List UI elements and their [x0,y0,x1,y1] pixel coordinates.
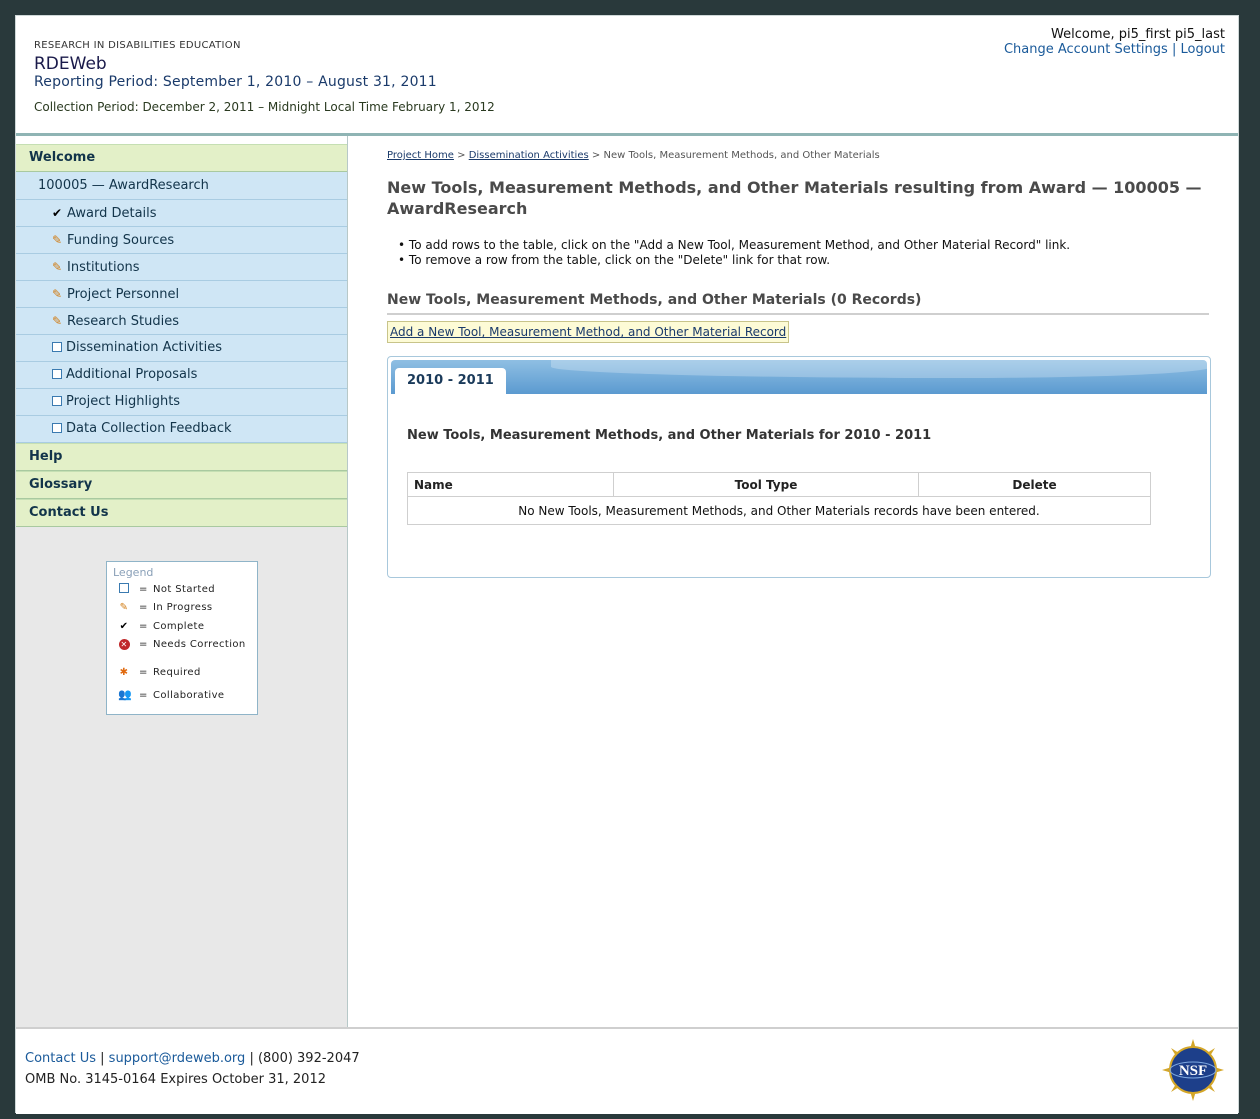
page-frame: RESEARCH IN DISABILITIES EDUCATION RDEWe… [15,15,1239,1114]
sidebar-item-welcome[interactable]: Welcome [16,144,347,172]
tab-bar: 2010 - 2011 [391,360,1207,394]
year-tab-panel: 2010 - 2011 New Tools, Measurement Metho… [387,356,1211,578]
sidebar-item-contact-us[interactable]: Contact Us [16,499,347,527]
sidebar-item-project-personnel[interactable]: ✎ Project Personnel [16,281,347,308]
asterisk-icon: ✱ [119,667,129,678]
legend-row-complete: ✔ = Complete [117,621,204,632]
legend-row-required: ✱ = Required [117,667,201,678]
sidebar-item-dissemination-activities[interactable]: Dissemination Activities [16,335,347,362]
nsf-logo-text: NSF [1179,1063,1207,1079]
footer-omb: OMB No. 3145-0164 Expires October 31, 20… [25,1072,326,1087]
instruction-item: To add rows to the table, click on the "… [398,238,1070,253]
sidebar-item-label: Additional Proposals [66,367,198,382]
tab-bar-decoration [551,360,1207,378]
tab-2010-2011[interactable]: 2010 - 2011 [395,368,506,394]
add-record-link[interactable]: Add a New Tool, Measurement Method, and … [387,321,790,343]
footer-phone: | (800) 392-2047 [249,1051,360,1066]
sidebar-item-label: Data Collection Feedback [66,421,232,436]
sidebar: Welcome 100005 — AwardResearch ✔ Award De… [16,136,348,1027]
footer-contact-line: Contact Us | support@rdeweb.org | (800) … [25,1051,360,1066]
sidebar-item-label: Project Personnel [67,287,180,302]
legend-row-collaborative: 👥 = Collaborative [118,688,225,701]
column-header-tool-type: Tool Type [613,472,919,497]
main-content: Project Home > Dissemination Activities … [348,136,1238,1027]
breadcrumb-project-home[interactable]: Project Home [387,150,454,161]
empty-table-message: No New Tools, Measurement Methods, and O… [407,496,1151,525]
breadcrumb-dissemination[interactable]: Dissemination Activities [469,150,589,161]
panel-heading: New Tools, Measurement Methods, and Othe… [407,428,932,443]
brand-name: RDEWeb [34,54,107,74]
instructions-list: To add rows to the table, click on the "… [398,238,1070,268]
sidebar-item-glossary[interactable]: Glossary [16,471,347,499]
legend-row-in-progress: ✎ = In Progress [117,602,213,613]
sidebar-item-award[interactable]: 100005 — AwardResearch [16,172,347,200]
breadcrumb-current: New Tools, Measurement Methods, and Othe… [603,150,880,161]
sidebar-item-institutions[interactable]: ✎ Institutions [16,254,347,281]
instruction-item: To remove a row from the table, click on… [398,253,1070,268]
reporting-period: Reporting Period: September 1, 2010 – Au… [34,74,437,90]
legend-row-needs-correction: ✕ = Needs Correction [117,639,246,650]
sidebar-item-label: Funding Sources [67,233,175,248]
column-header-name: Name [407,472,614,497]
check-icon: ✔ [52,206,63,220]
footer-email-link[interactable]: support@rdeweb.org [109,1051,246,1066]
people-icon: 👥 [118,688,132,701]
status-legend: Legend = Not Started ✎ = In Progress ✔ = Comp… [106,561,258,715]
empty-box-icon [52,341,62,352]
pencil-icon: ✎ [52,260,63,274]
sidebar-item-data-collection-feedback[interactable]: Data Collection Feedback [16,416,347,443]
records-table: Name Tool Type Delete No New Tools, Meas… [407,472,1151,525]
sidebar-item-project-highlights[interactable]: Project Highlights [16,389,347,416]
section-heading: New Tools, Measurement Methods, and Othe… [387,292,1209,315]
legend-title: Legend [113,566,154,579]
account-links: Change Account Settings | Logout [1004,42,1225,57]
footer: Contact Us | support@rdeweb.org | (800) … [16,1027,1238,1114]
header: RESEARCH IN DISABILITIES EDUCATION RDEWe… [16,16,1238,133]
empty-box-icon [52,368,62,379]
pencil-icon: ✎ [52,287,63,301]
pencil-icon: ✎ [52,314,63,328]
sidebar-item-award-details[interactable]: ✔ Award Details [16,200,347,227]
collection-period: Collection Period: December 2, 2011 – Mi… [34,100,495,114]
empty-box-icon [52,395,62,406]
sidebar-item-label: Award Details [67,206,157,221]
welcome-user: Welcome, pi5_first pi5_last [1051,27,1225,42]
sidebar-item-additional-proposals[interactable]: Additional Proposals [16,362,347,389]
pencil-icon: ✎ [52,233,63,247]
logout-link[interactable]: Logout [1180,42,1225,57]
brand-tagline: RESEARCH IN DISABILITIES EDUCATION [34,40,241,51]
table-row: No New Tools, Measurement Methods, and O… [407,496,1151,525]
column-header-delete: Delete [918,472,1151,497]
error-circle-icon: ✕ [118,639,130,650]
footer-contact-us-link[interactable]: Contact Us [25,1051,96,1066]
check-icon: ✔ [119,621,129,632]
sidebar-item-label: Project Highlights [66,394,181,409]
empty-box-icon [52,422,62,433]
sidebar-item-label: Dissemination Activities [66,340,222,355]
legend-row-not-started: = Not Started [117,583,215,595]
page-title: New Tools, Measurement Methods, and Othe… [387,178,1202,218]
sidebar-spacer [16,136,347,144]
account-separator: | [1171,42,1177,57]
sidebar-item-label: Research Studies [67,314,179,329]
empty-box-icon [117,583,131,595]
table-header-row: Name Tool Type Delete [407,472,1151,497]
change-account-settings-link[interactable]: Change Account Settings [1004,42,1168,57]
sidebar-item-funding-sources[interactable]: ✎ Funding Sources [16,227,347,254]
sidebar-item-help[interactable]: Help [16,443,347,471]
sidebar-item-research-studies[interactable]: ✎ Research Studies [16,308,347,335]
nsf-logo-icon: NSF [1162,1039,1224,1101]
pencil-icon: ✎ [119,602,129,613]
sidebar-item-label: Institutions [67,260,140,275]
breadcrumb: Project Home > Dissemination Activities … [387,150,880,161]
